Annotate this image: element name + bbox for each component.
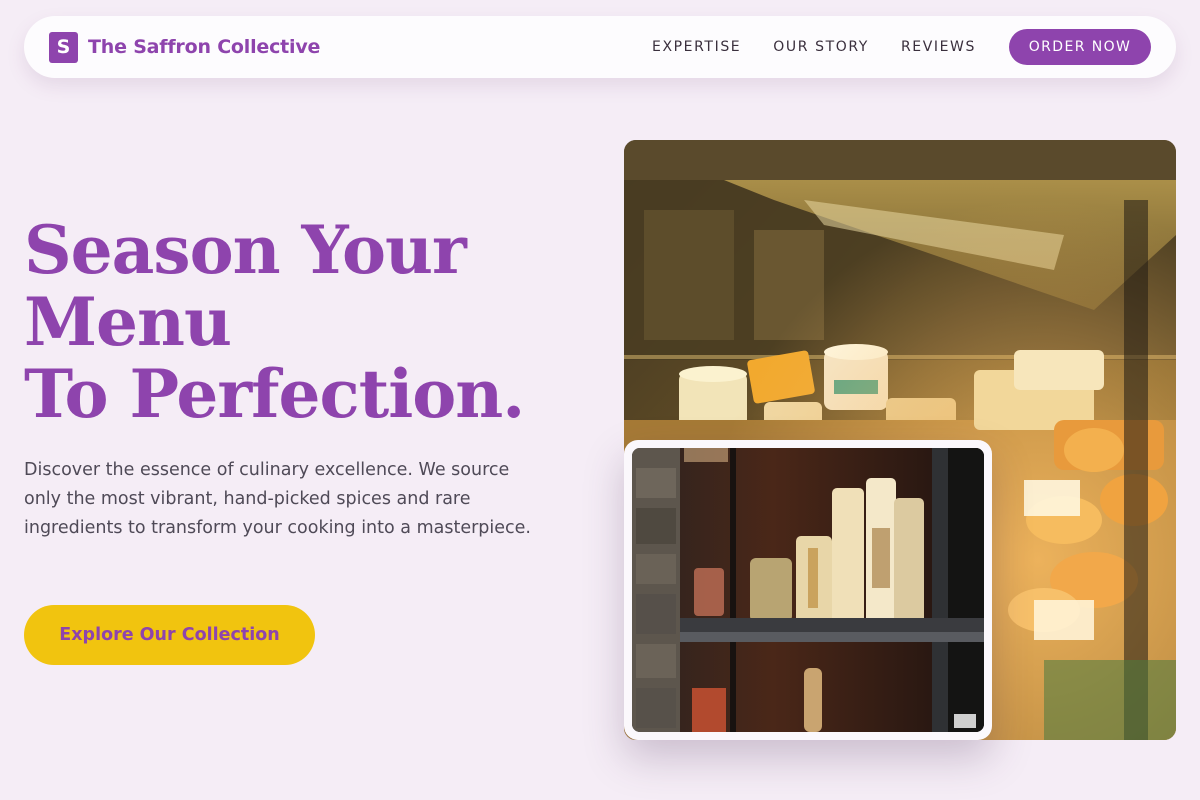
nav-link-reviews[interactable]: REVIEWS xyxy=(901,39,976,55)
brand[interactable]: S The Saffron Collective xyxy=(49,31,321,63)
hero-subtitle: Discover the essence of culinary excelle… xyxy=(24,460,531,538)
headline-line-1: Season Your xyxy=(24,211,467,289)
pasta-shelf-photo-frame xyxy=(624,440,992,740)
pasta-shelf-photo xyxy=(632,448,984,732)
order-now-button[interactable]: ORDER NOW xyxy=(1009,29,1151,65)
logo-icon: S xyxy=(49,31,78,63)
headline-line-2: Menu xyxy=(24,283,232,361)
explore-collection-button[interactable]: Explore Our Collection xyxy=(24,605,315,665)
top-nav: S The Saffron Collective EXPERTISE OUR S… xyxy=(24,16,1176,78)
nav-links: EXPERTISE OUR STORY REVIEWS ORDER NOW xyxy=(620,29,1151,65)
nav-link-our-story[interactable]: OUR STORY xyxy=(773,39,869,55)
hero-headline: Season Your Menu To Perfection. xyxy=(24,211,525,433)
headline-line-3: To Perfection. xyxy=(24,355,525,433)
nav-link-expertise[interactable]: EXPERTISE xyxy=(652,39,741,55)
brand-name: The Saffron Collective xyxy=(88,36,321,58)
